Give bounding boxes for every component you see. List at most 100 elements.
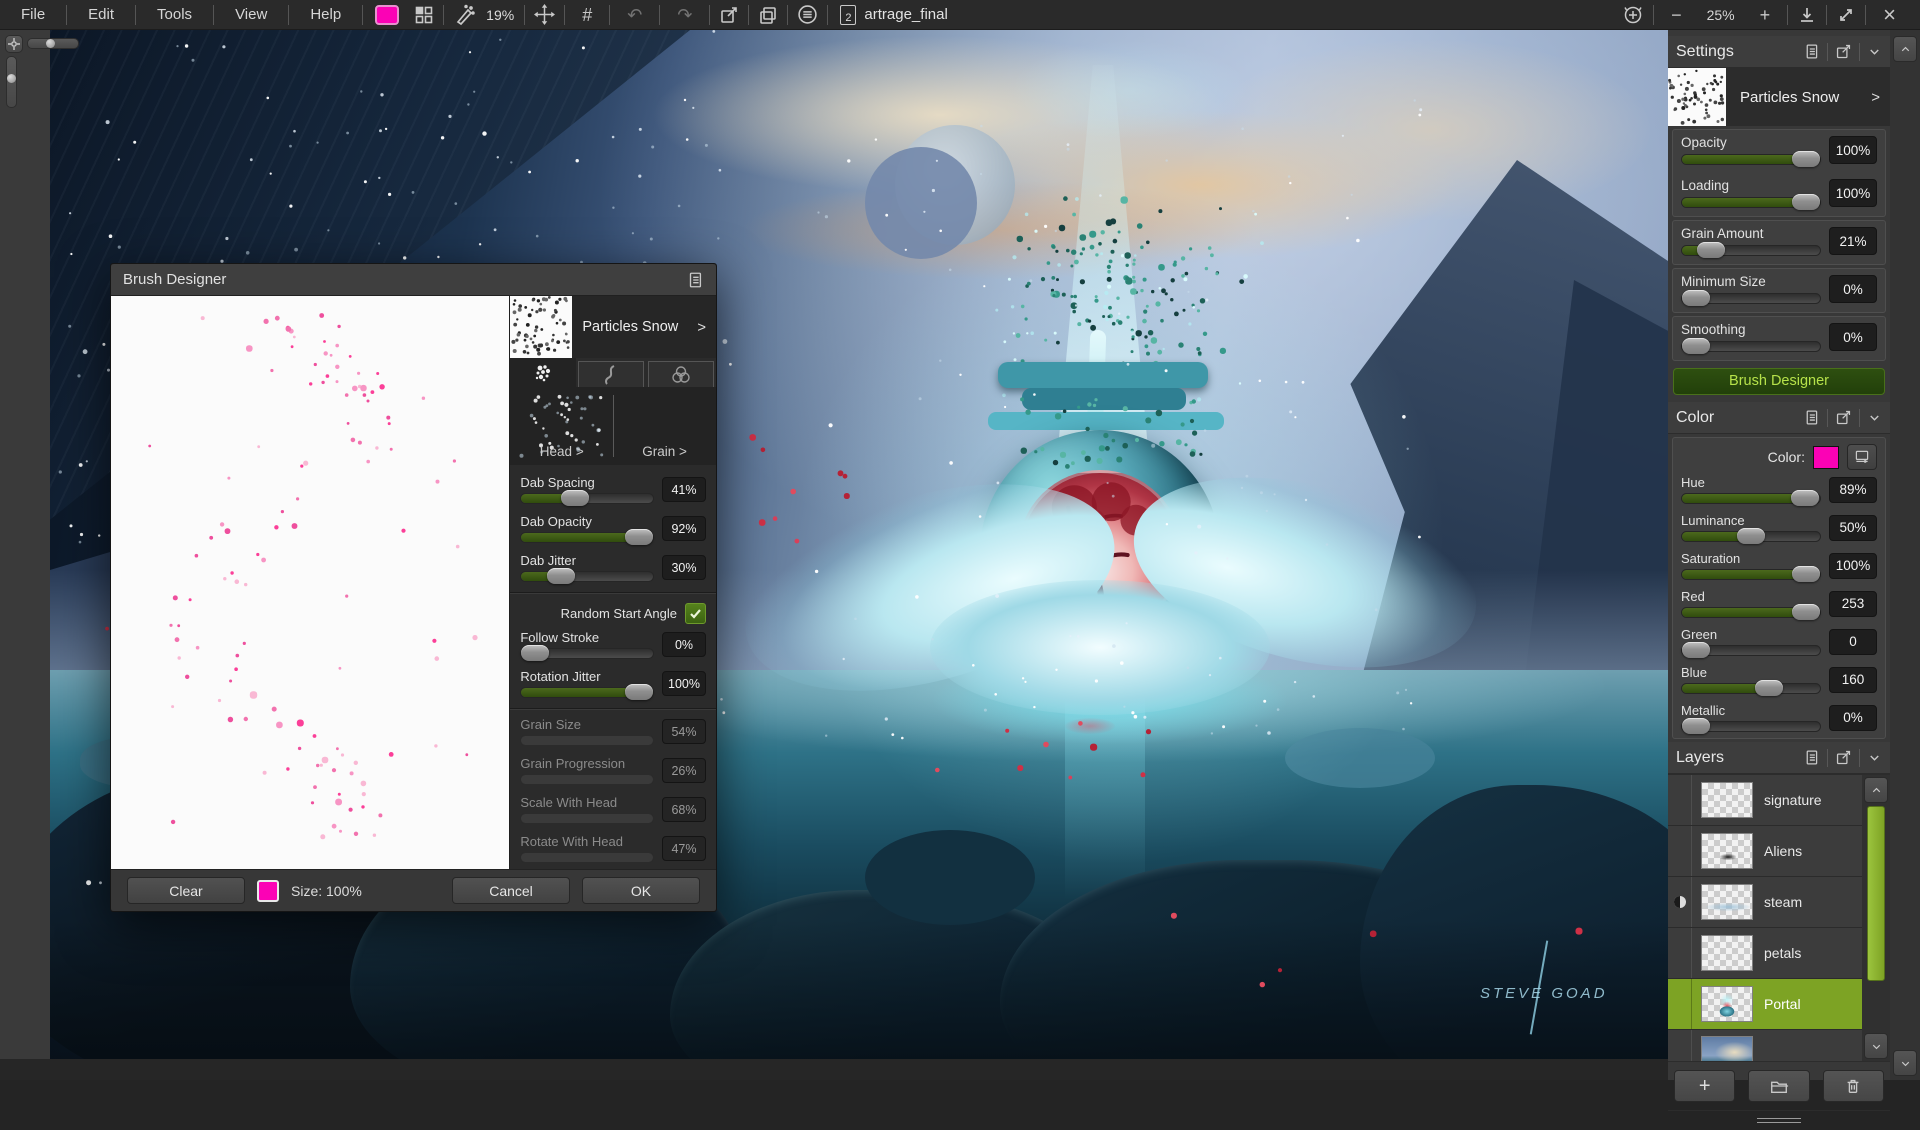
dialog-current-brush[interactable]: Particles Snow > (510, 296, 716, 358)
layers-scrollbar[interactable] (1862, 775, 1890, 1061)
canvas-vertical-scroll[interactable] (6, 56, 17, 108)
panel-menu-icon[interactable] (1803, 43, 1820, 60)
panel-menu-icon[interactable] (1803, 409, 1820, 426)
slider-thumb[interactable] (561, 490, 589, 506)
slider-grain-amount[interactable]: Grain Amount 21% (1673, 221, 1885, 264)
layer-thumbnail[interactable] (1701, 935, 1753, 971)
color-swatch[interactable] (1813, 446, 1839, 469)
sidebar-scroll-down-icon[interactable] (1893, 1050, 1917, 1076)
ok-button[interactable]: OK (582, 877, 700, 904)
color-panel-header[interactable]: Color (1668, 402, 1890, 434)
slider-thumb[interactable] (547, 568, 575, 584)
slider-metallic[interactable]: Metallic 0% (1673, 700, 1885, 738)
duplicate-window-icon[interactable] (749, 0, 787, 30)
slider-thumb[interactable] (1792, 151, 1820, 167)
layers-scroll-up-icon[interactable] (1864, 777, 1888, 803)
layer-row-petals[interactable]: petals (1668, 928, 1862, 979)
layer-blend-mode-icon[interactable] (1673, 895, 1687, 909)
workbench-menu-icon[interactable] (788, 0, 827, 30)
share-export-icon[interactable] (710, 0, 748, 30)
precise-tool-icon[interactable] (444, 0, 484, 30)
tab-color[interactable] (648, 361, 714, 387)
tab-particles[interactable] (510, 358, 576, 387)
layers-panel-header[interactable]: Layers (1668, 742, 1890, 774)
layer-thumbnail[interactable] (1701, 1036, 1753, 1061)
cancel-button[interactable]: Cancel (452, 877, 570, 904)
chevron-right-icon[interactable]: > (697, 319, 706, 336)
dialog-menu-icon[interactable] (686, 271, 704, 289)
tab-stroke[interactable] (578, 361, 644, 387)
zoom-level-value[interactable]: 25% (1699, 7, 1743, 23)
zoom-in-button[interactable]: + (1743, 0, 1788, 30)
slider-blue[interactable]: Blue 160 (1673, 662, 1885, 700)
fullscreen-icon[interactable] (1827, 0, 1865, 30)
grain-preview[interactable]: Grain > (613, 387, 716, 465)
menu-file[interactable]: File (0, 6, 66, 23)
layers-scroll-thumb[interactable] (1867, 806, 1885, 981)
layer-group-button[interactable] (1748, 1070, 1809, 1102)
layer-row-background[interactable] (1668, 1030, 1862, 1061)
slider-rotation-jitter[interactable]: Rotation Jitter 100% (510, 665, 716, 704)
panels-grid-icon[interactable] (405, 0, 443, 30)
layer-thumbnail[interactable] (1701, 884, 1753, 920)
grid-overlay-icon[interactable]: # (565, 0, 609, 30)
slider-thumb[interactable] (1737, 528, 1765, 544)
slider-minimum-size[interactable]: Minimum Size 0% (1673, 269, 1885, 312)
minimize-icon[interactable] (1788, 0, 1826, 30)
slider-thumb[interactable] (625, 684, 653, 700)
slider-thumb[interactable] (1792, 604, 1820, 620)
random-start-angle-checkbox[interactable] (685, 603, 706, 624)
settings-panel-header[interactable]: Settings (1668, 36, 1890, 68)
chevron-down-icon[interactable] (1867, 750, 1882, 765)
document-tab[interactable]: 2 artrage_final (828, 5, 959, 25)
current-color-swatch[interactable] (375, 5, 399, 25)
current-brush-row[interactable]: Particles Snow > (1668, 68, 1890, 126)
dialog-titlebar[interactable]: Brush Designer (111, 264, 716, 296)
layer-gutter[interactable] (1668, 826, 1692, 876)
panel-menu-icon[interactable] (1803, 749, 1820, 766)
canvas-horizontal-scroll[interactable] (27, 38, 79, 49)
slider-dab-spacing[interactable]: Dab Spacing 41% (510, 471, 716, 510)
slider-opacity[interactable]: Opacity 100% (1673, 130, 1885, 173)
redo-icon[interactable]: ↷ (660, 0, 709, 30)
layer-gutter[interactable] (1668, 775, 1692, 825)
sidebar-resize-handle[interactable] (1668, 1110, 1890, 1130)
brush-designer-button[interactable]: Brush Designer (1673, 368, 1885, 395)
zoom-out-button[interactable]: − (1654, 0, 1699, 30)
head-preview[interactable]: Head > (510, 387, 613, 465)
add-layer-button[interactable]: + (1674, 1070, 1735, 1102)
slider-thumb[interactable] (1697, 242, 1725, 258)
slider-hue[interactable]: Hue 89% (1673, 472, 1885, 510)
slider-thumb[interactable] (1792, 566, 1820, 582)
slider-follow-stroke[interactable]: Follow Stroke 0% (510, 626, 716, 665)
layer-gutter[interactable] (1668, 877, 1692, 927)
layer-row-portal[interactable]: Portal (1668, 979, 1862, 1030)
canvas-rotate-reset-icon[interactable] (1613, 0, 1653, 30)
layer-row-signature[interactable]: signature (1668, 775, 1862, 826)
panel-popout-icon[interactable] (1835, 43, 1852, 60)
sidebar-scroll-up-icon[interactable] (1893, 36, 1917, 62)
layer-thumbnail[interactable] (1701, 833, 1753, 869)
slider-smoothing[interactable]: Smoothing 0% (1673, 317, 1885, 360)
chevron-right-icon[interactable]: > (1871, 89, 1880, 106)
slider-thumb[interactable] (1682, 290, 1710, 306)
slider-thumb[interactable] (1792, 194, 1820, 210)
tool-pressure-value[interactable]: 19% (484, 7, 524, 23)
layer-row-steam[interactable]: steam (1668, 877, 1862, 928)
layer-gutter[interactable] (1668, 979, 1692, 1029)
panel-popout-icon[interactable] (1835, 409, 1852, 426)
slider-red[interactable]: Red 253 (1673, 586, 1885, 624)
delete-layer-button[interactable] (1823, 1070, 1884, 1102)
slider-dab-jitter[interactable]: Dab Jitter 30% (510, 549, 716, 588)
pan-tool-icon[interactable] (525, 0, 564, 30)
slider-loading[interactable]: Loading 100% (1673, 173, 1885, 216)
dialog-color-swatch[interactable] (257, 880, 279, 902)
slider-thumb[interactable] (1791, 490, 1819, 506)
dialog-size-value[interactable]: Size: 100% (291, 883, 362, 899)
canvas-position-reset[interactable] (5, 35, 23, 53)
slider-thumb[interactable] (1682, 718, 1710, 734)
clear-button[interactable]: Clear (127, 877, 245, 904)
undo-icon[interactable]: ↶ (610, 0, 659, 30)
chevron-down-icon[interactable] (1867, 44, 1882, 59)
slider-dab-opacity[interactable]: Dab Opacity 92% (510, 510, 716, 549)
